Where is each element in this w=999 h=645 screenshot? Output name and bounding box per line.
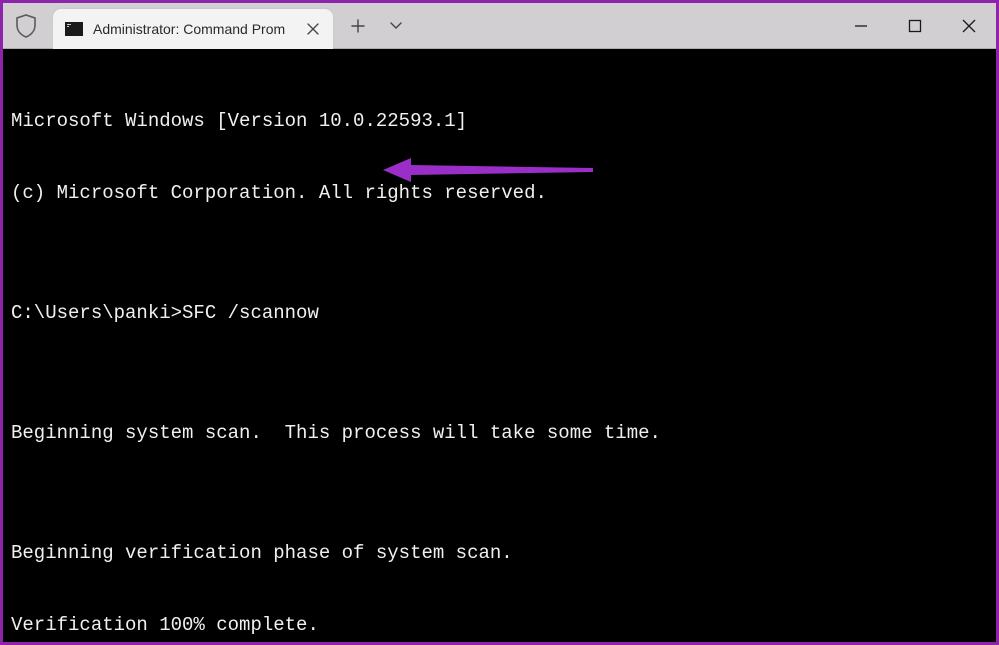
output-line: Beginning system scan. This process will… <box>11 421 988 445</box>
output-line: Beginning verification phase of system s… <box>11 541 988 565</box>
output-line: Microsoft Windows [Version 10.0.22593.1] <box>11 109 988 133</box>
cmd-icon <box>65 22 83 36</box>
titlebar-drag-region[interactable] <box>415 3 834 48</box>
tab-close-button[interactable] <box>299 15 327 43</box>
minimize-button[interactable] <box>834 3 888 48</box>
titlebar: Administrator: Command Prom <box>3 3 996 49</box>
tab-actions <box>333 8 415 44</box>
tab-title: Administrator: Command Prom <box>93 21 293 37</box>
titlebar-left: Administrator: Command Prom <box>3 3 415 48</box>
shield-icon <box>13 13 39 39</box>
output-line: Verification 100% complete. <box>11 613 988 637</box>
terminal-content[interactable]: Microsoft Windows [Version 10.0.22593.1]… <box>3 49 996 642</box>
output-line: (c) Microsoft Corporation. All rights re… <box>11 181 988 205</box>
window-controls <box>834 3 996 48</box>
tab-dropdown-button[interactable] <box>377 8 415 44</box>
maximize-button[interactable] <box>888 3 942 48</box>
close-button[interactable] <box>942 3 996 48</box>
active-tab[interactable]: Administrator: Command Prom <box>53 9 333 49</box>
new-tab-button[interactable] <box>339 8 377 44</box>
terminal-window: Administrator: Command Prom <box>3 3 996 642</box>
prompt-line: C:\Users\panki>SFC /scannow <box>11 301 988 325</box>
